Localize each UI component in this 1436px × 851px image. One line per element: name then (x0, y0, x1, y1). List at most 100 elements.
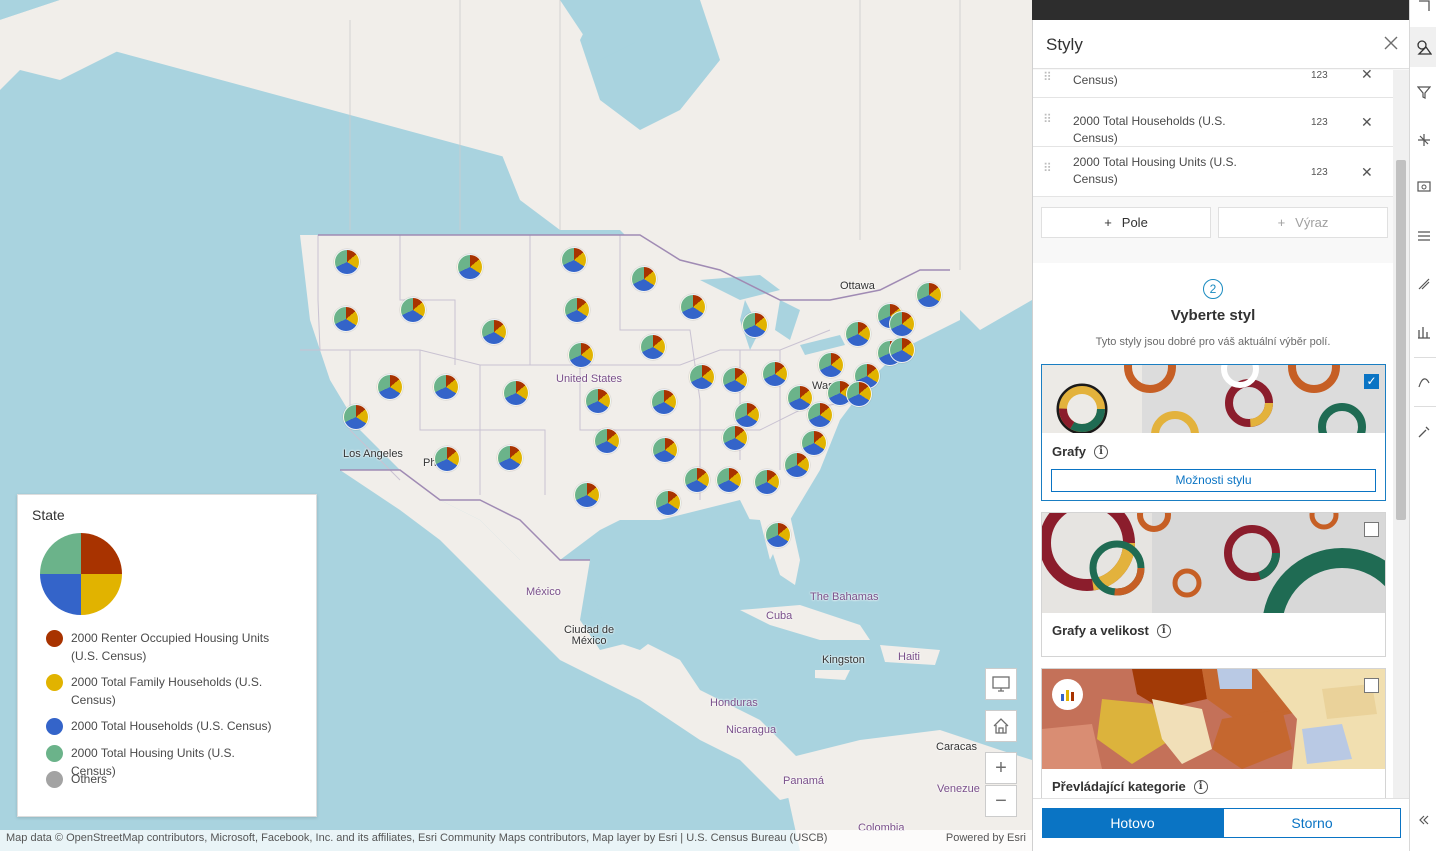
state-pie-chart[interactable] (457, 254, 483, 280)
legend-swatch (46, 745, 63, 762)
field-row[interactable]: ⠿ 2000 Total Households (U.S. Census) 12… (1033, 98, 1393, 147)
state-pie-chart[interactable] (684, 467, 710, 493)
state-pie-chart[interactable] (334, 249, 360, 275)
state-pie-chart[interactable] (742, 312, 768, 338)
state-pie-chart[interactable] (754, 469, 780, 495)
popup-icon (1416, 181, 1431, 192)
state-pie-chart[interactable] (574, 482, 600, 508)
toolbar-item-fields[interactable] (1410, 216, 1436, 256)
state-pie-chart[interactable] (343, 404, 369, 430)
toolbar-item-sketch[interactable] (1410, 362, 1436, 402)
info-icon[interactable]: i (1156, 623, 1171, 638)
info-icon[interactable]: i (1193, 779, 1208, 794)
state-pie-chart[interactable] (722, 425, 748, 451)
state-pie-chart[interactable] (585, 388, 611, 414)
drag-handle-icon[interactable]: ⠿ (1043, 71, 1053, 83)
state-pie-chart[interactable] (561, 247, 587, 273)
tag-icon (1418, 278, 1429, 290)
state-pie-chart[interactable] (631, 266, 657, 292)
toolbar-item-styles[interactable] (1410, 27, 1436, 67)
add-expression-button[interactable]: + Výraz (1218, 207, 1388, 238)
state-pie-chart[interactable] (503, 380, 529, 406)
panel-top-bar (1032, 0, 1409, 20)
done-button[interactable]: Hotovo (1042, 808, 1223, 838)
label-bahamas: The Bahamas (810, 591, 879, 603)
zoom-out-button[interactable]: − (985, 785, 1017, 817)
add-field-button[interactable]: + Pole (1041, 207, 1211, 238)
state-pie-chart[interactable] (818, 352, 844, 378)
collapse-toolbar-button[interactable] (1410, 800, 1436, 840)
toolbar-item[interactable] (1410, 0, 1436, 26)
state-pie-chart[interactable] (640, 334, 666, 360)
state-pie-chart[interactable] (801, 430, 827, 456)
legend-swatch (46, 771, 63, 788)
close-panel-button[interactable] (1384, 32, 1398, 54)
zoom-in-button[interactable]: + (985, 752, 1017, 784)
plus-icon: + (1277, 215, 1286, 230)
drag-handle-icon[interactable]: ⠿ (1043, 113, 1053, 125)
home-button[interactable] (985, 710, 1017, 742)
legend-item: 2000 Renter Occupied Housing Units (U.S.… (46, 629, 281, 665)
state-pie-chart[interactable] (651, 389, 677, 415)
toolbar-item-popups[interactable] (1410, 168, 1436, 208)
toolbar-item-effects[interactable] (1410, 120, 1436, 160)
state-pie-chart[interactable] (497, 445, 523, 471)
state-pie-chart[interactable] (400, 297, 426, 323)
toolbar-item-labels[interactable] (1410, 264, 1436, 304)
style-checkbox[interactable] (1364, 678, 1379, 693)
screen-toggle-button[interactable] (985, 668, 1017, 700)
state-pie-chart[interactable] (846, 381, 872, 407)
state-pie-chart[interactable] (568, 342, 594, 368)
number-type-icon: 123 (1311, 70, 1328, 81)
drag-handle-icon[interactable]: ⠿ (1043, 162, 1053, 174)
info-icon[interactable]: i (1093, 444, 1108, 459)
state-pie-chart[interactable] (680, 294, 706, 320)
state-pie-chart[interactable] (722, 367, 748, 393)
state-pie-chart[interactable] (845, 321, 871, 347)
state-pie-chart[interactable] (689, 364, 715, 390)
toolbar-item-filter[interactable] (1410, 72, 1436, 112)
field-row[interactable]: ⠿ Census) 123 ✕ (1033, 66, 1393, 98)
state-pie-chart[interactable] (889, 337, 915, 363)
state-pie-chart[interactable] (333, 306, 359, 332)
style-card-predominant-category[interactable]: Převládající kategorie i (1041, 668, 1386, 798)
state-pie-chart[interactable] (564, 297, 590, 323)
state-pie-chart[interactable] (433, 374, 459, 400)
remove-field-button[interactable]: ✕ (1361, 164, 1373, 181)
label-ottawa: Ottawa (840, 280, 875, 292)
plus-icon: + (1104, 215, 1112, 230)
state-pie-chart[interactable] (594, 428, 620, 454)
state-pie-chart[interactable] (481, 319, 507, 345)
style-card-charts[interactable]: ✓ Grafy i Možnosti stylu (1041, 364, 1386, 501)
remove-field-button[interactable]: ✕ (1361, 66, 1373, 83)
panel-footer: Hotovo Storno (1033, 798, 1410, 851)
state-pie-chart[interactable] (762, 361, 788, 387)
style-options-button[interactable]: Možnosti stylu (1051, 469, 1376, 492)
style-checkbox[interactable]: ✓ (1364, 374, 1379, 389)
style-card-charts-and-size[interactable]: Grafy a velikost i (1041, 512, 1386, 657)
style-checkbox[interactable] (1364, 522, 1379, 537)
state-pie-chart[interactable] (765, 522, 791, 548)
map-view[interactable]: Ottawa United States Was Los Angeles Ph … (0, 0, 1032, 851)
label-los-angeles: Los Angeles (343, 448, 403, 460)
map-legend: State 2000 Renter Occupied Housing Units… (17, 494, 317, 817)
state-pie-chart[interactable] (716, 467, 742, 493)
toolbar-item-charts[interactable] (1410, 312, 1436, 352)
state-pie-chart[interactable] (916, 282, 942, 308)
panel-scrollbar-thumb[interactable] (1396, 160, 1406, 520)
state-pie-chart[interactable] (889, 311, 915, 337)
state-pie-chart[interactable] (734, 402, 760, 428)
field-row[interactable]: ⠿ 2000 Total Housing Units (U.S. Census)… (1033, 147, 1393, 197)
cancel-button[interactable]: Storno (1223, 808, 1401, 838)
state-pie-chart[interactable] (807, 402, 833, 428)
powered-by-esri[interactable]: Powered by Esri (946, 832, 1026, 844)
state-pie-chart[interactable] (655, 490, 681, 516)
state-pie-chart[interactable] (784, 452, 810, 478)
number-type-icon: 123 (1311, 167, 1328, 178)
state-pie-chart[interactable] (377, 374, 403, 400)
state-pie-chart[interactable] (652, 437, 678, 463)
remove-field-button[interactable]: ✕ (1361, 114, 1373, 131)
state-pie-chart[interactable] (434, 446, 460, 472)
toolbar-item-configure[interactable] (1410, 412, 1436, 452)
sketch-icon (1417, 378, 1430, 388)
